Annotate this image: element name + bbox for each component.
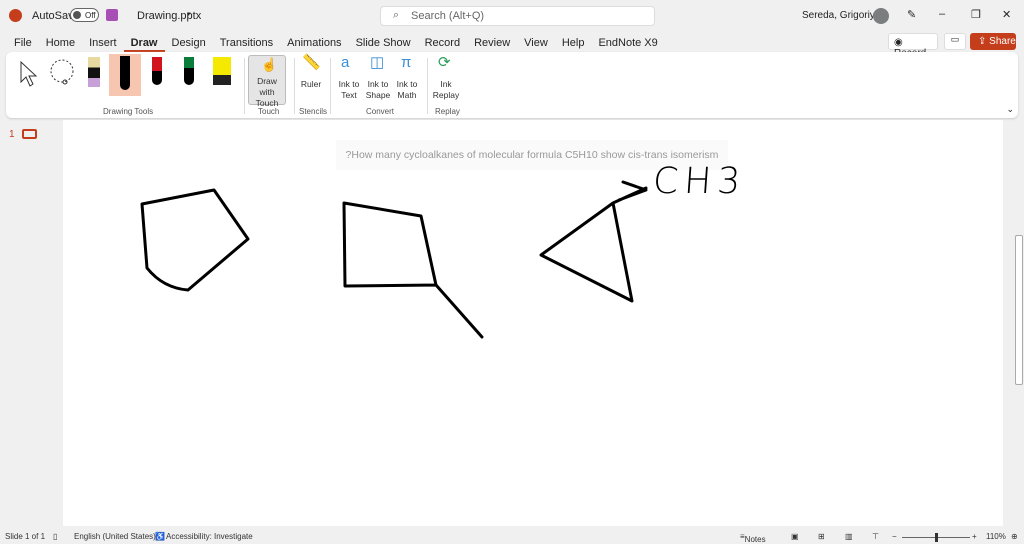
accessibility-status[interactable]: Accessibility: Investigate — [166, 532, 253, 541]
draw-with-touch-button[interactable]: ☝ Draw with Touch — [248, 55, 286, 108]
slide-thumbnail[interactable] — [22, 129, 37, 139]
pen-icon[interactable]: ✎ — [907, 8, 916, 21]
search-icon: ⌕ — [393, 9, 400, 21]
group-drawing-tools: Drawing Tools — [103, 107, 154, 116]
ink-to-shape-label: Ink to Shape — [365, 79, 391, 100]
tab-endnote[interactable]: EndNote X9 — [591, 34, 664, 52]
vertical-scrollbar[interactable] — [1014, 120, 1024, 526]
accessibility-icon: ♿ — [155, 532, 165, 541]
ink-methylcyclopropane — [539, 180, 648, 303]
lasso-select-icon[interactable] — [48, 58, 78, 88]
zoom-level[interactable]: 110% — [986, 532, 1006, 541]
group-stencils: Stencils — [299, 107, 328, 116]
notes-button[interactable]: ≡ Notes — [740, 532, 766, 544]
ruler-icon: 📏 — [302, 54, 321, 71]
group-touch: Touch — [258, 107, 280, 116]
zoom-out-button[interactable]: − — [892, 532, 897, 541]
filename[interactable]: Drawing.pptx — [137, 10, 201, 22]
draw-with-touch-label: Draw with Touch — [255, 76, 279, 108]
group-replay: Replay — [435, 107, 460, 116]
close-button[interactable]: ✕ — [1002, 8, 1011, 21]
search-placeholder: Search (Alt+Q) — [411, 10, 485, 22]
user-name: Sereda, Grigoriy A — [802, 10, 884, 21]
chevron-down-icon[interactable]: ▾ — [187, 10, 191, 18]
reading-view-button[interactable]: ▥ — [845, 532, 853, 541]
status-bar: Slide 1 of 1 ▯ English (United States) ♿… — [0, 529, 1024, 544]
slideshow-button[interactable]: ⊤ — [872, 532, 879, 541]
group-convert: Convert — [366, 107, 395, 116]
ink-drawing — [140, 180, 648, 339]
tab-insert[interactable]: Insert — [82, 34, 124, 52]
pen-tool-red[interactable] — [152, 57, 162, 85]
slide-sorter-button[interactable]: ⊞ — [818, 532, 825, 541]
notes-label: Notes — [744, 535, 766, 544]
zoom-in-button[interactable]: + — [972, 532, 977, 541]
tab-home[interactable]: Home — [39, 34, 82, 52]
select-arrow-icon[interactable] — [18, 60, 40, 88]
pen-tool-green[interactable] — [184, 57, 194, 85]
autosave-toggle[interactable]: Off — [70, 8, 99, 22]
replay-icon: ⟳ — [438, 54, 451, 71]
tab-review[interactable]: Review — [467, 34, 517, 52]
tab-help[interactable]: Help — [555, 34, 592, 52]
zoom-slider[interactable] — [902, 533, 970, 542]
restore-button[interactable]: ❐ — [971, 8, 981, 21]
slide-thumbnail-number: 1 — [9, 129, 15, 140]
language-status[interactable]: English (United States) — [74, 532, 156, 541]
record-button[interactable]: ◉ Record — [888, 33, 938, 59]
slide-canvas[interactable]: ?How many cycloalkanes of molecular form… — [63, 120, 1003, 526]
ruler-label: Ruler — [300, 79, 322, 89]
tab-transitions[interactable]: Transitions — [213, 34, 280, 52]
tab-animations[interactable]: Animations — [280, 34, 348, 52]
highlighter-tool-yellow[interactable] — [213, 57, 231, 85]
tab-draw[interactable]: Draw — [123, 34, 165, 52]
ink-to-math-button[interactable]: π Ink to Math — [393, 55, 421, 101]
ink-to-text-label: Ink to Text — [338, 79, 360, 100]
ink-to-shape-button[interactable]: ◫ Ink to Shape — [364, 55, 392, 101]
tab-design[interactable]: Design — [165, 34, 213, 52]
toggle-state: Off — [85, 11, 96, 20]
collapse-ribbon-icon[interactable]: ⌄ — [1006, 104, 1014, 115]
share-button[interactable]: ⇪ Share — [970, 33, 1016, 50]
ink-to-text-icon: a — [341, 54, 350, 71]
tab-record[interactable]: Record — [418, 34, 467, 52]
comments-button[interactable]: ▭ — [944, 33, 966, 50]
title-bar: AutoSave Off Drawing.pptx ▾ Search (Alt+… — [0, 0, 1024, 32]
ink-ch3-label: CH3 — [651, 161, 748, 202]
ink-replay-button[interactable]: ⟳ Ink Replay — [431, 55, 461, 101]
ink-to-math-label: Ink to Math — [396, 79, 418, 100]
touch-hand-icon: ☝ — [261, 57, 278, 72]
ink-replay-label: Ink Replay — [432, 79, 460, 100]
save-icon[interactable] — [106, 9, 118, 21]
ink-to-math-icon: π — [401, 54, 412, 71]
fit-to-window-icon[interactable]: ⊕ — [1011, 532, 1018, 541]
powerpoint-logo-icon — [9, 9, 22, 22]
normal-view-button[interactable]: ▣ — [791, 532, 799, 541]
ruler-button[interactable]: 📏 Ruler — [298, 55, 324, 90]
tab-slide-show[interactable]: Slide Show — [349, 34, 418, 52]
minimize-button[interactable]: – — [939, 8, 945, 20]
ribbon: Drawing Tools ☝ Draw with Touch Touch 📏 Ru… — [6, 52, 1018, 118]
ink-methylcyclobutane — [342, 201, 484, 339]
ribbon-tabs: File Home Insert Draw Design Transitions… — [7, 34, 665, 52]
share-label: Share — [989, 36, 1016, 47]
search-input[interactable]: Search (Alt+Q) ⌕ — [380, 6, 655, 26]
pen-tool-black-selected[interactable] — [109, 54, 141, 96]
ink-to-text-button[interactable]: a Ink to Text — [335, 55, 363, 101]
slide-counter: Slide 1 of 1 — [5, 532, 46, 541]
ink-cyclopentane — [140, 188, 250, 292]
ink-to-shape-icon: ◫ — [370, 54, 385, 71]
avatar[interactable] — [873, 8, 889, 24]
tab-view[interactable]: View — [517, 34, 555, 52]
pencil-tool[interactable] — [88, 57, 100, 87]
tab-file[interactable]: File — [7, 34, 39, 52]
spelling-icon[interactable]: ▯ — [53, 532, 57, 541]
